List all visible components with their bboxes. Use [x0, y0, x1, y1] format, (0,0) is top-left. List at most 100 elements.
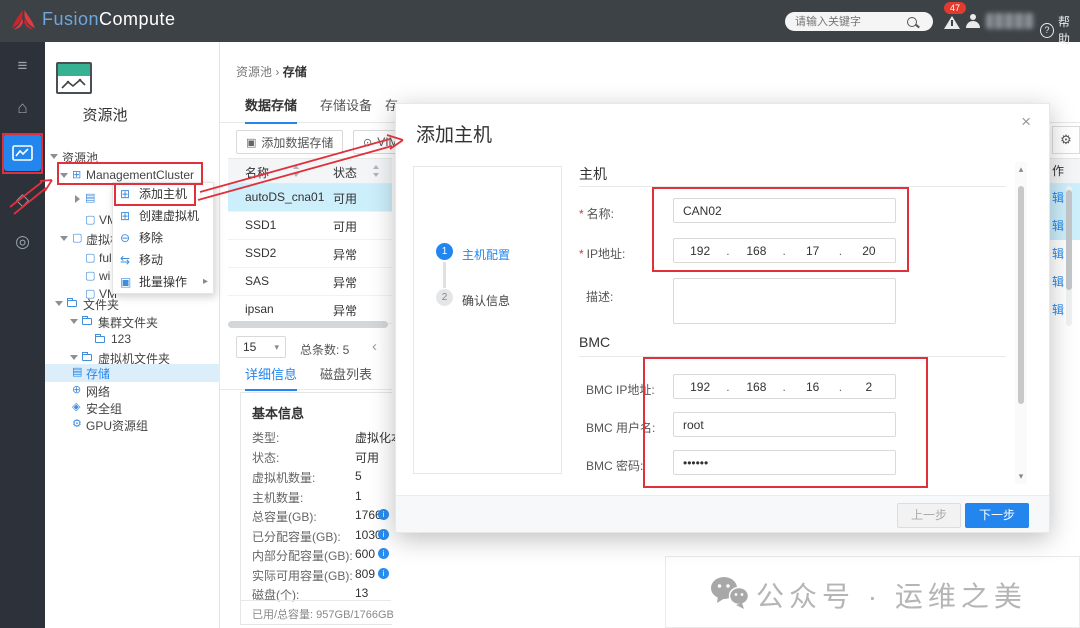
search-input[interactable]: [793, 15, 907, 29]
table-row[interactable]: ipsan异常: [228, 296, 392, 324]
operation-column-header-fragment: 作: [1046, 158, 1080, 184]
tree-node-storage-selected[interactable]: ▤存储: [45, 364, 220, 382]
bmc-user-input[interactable]: [673, 412, 896, 437]
info-row-host-count: 主机数量:1查看: [252, 489, 303, 507]
left-icon-rail: ≡ ⌂ ◇ ◎: [0, 42, 45, 628]
bmc-user-field-label: BMC 用户名:: [586, 419, 655, 436]
sort-name-icon[interactable]: [293, 164, 300, 178]
close-icon[interactable]: ×: [1021, 112, 1031, 132]
table-header: 名称 状态: [228, 158, 392, 184]
brand-title: FusionCompute: [42, 9, 176, 30]
tab-datastore[interactable]: 数据存储: [245, 95, 297, 124]
add-host-icon: ⊞: [120, 183, 130, 205]
resource-pool-nav-active[interactable]: [4, 134, 41, 171]
pager-prev-icon[interactable]: ‹: [372, 338, 377, 355]
info-icon[interactable]: i: [378, 568, 389, 579]
menu-item-remove[interactable]: ⊖移除: [113, 227, 213, 249]
previous-step-button[interactable]: 上一步: [897, 503, 961, 528]
step-2-label[interactable]: 确认信息: [462, 292, 510, 309]
scroll-down-icon[interactable]: ▾: [1015, 471, 1027, 482]
tree-node-security-group[interactable]: ◈安全组: [45, 399, 220, 417]
menu-item-add-host[interactable]: ⊞添加主机: [113, 183, 213, 205]
menu-item-move[interactable]: ⇆移动: [113, 249, 213, 271]
info-icon[interactable]: i: [378, 529, 389, 540]
add-datastore-icon: ▣: [246, 136, 256, 149]
folder-icon: [82, 318, 92, 325]
col-name[interactable]: 名称: [245, 164, 269, 181]
step-1-circle[interactable]: 1: [436, 243, 453, 260]
table-row[interactable]: autoDS_cna01可用: [228, 184, 392, 212]
info-icon[interactable]: i: [378, 548, 389, 559]
vim-icon: ⊙: [363, 136, 372, 149]
edit-link-fragment[interactable]: 辑: [1046, 296, 1080, 324]
global-search[interactable]: [785, 12, 933, 31]
edit-link-fragment[interactable]: 辑: [1046, 212, 1080, 240]
sort-status-icon[interactable]: [373, 164, 380, 178]
ip-address-input[interactable]: 192 168 17 20: [673, 238, 896, 263]
menu-item-create-vm[interactable]: ⊞创建虚拟机: [113, 205, 213, 227]
info-row-internal-allocated: 内部分配容量(GB):600i: [252, 547, 353, 565]
tree-node-network[interactable]: ⊕网络: [45, 382, 220, 400]
step-2-circle[interactable]: 2: [436, 289, 453, 306]
cluster-context-menu: ⊞添加主机 ⊞创建虚拟机 ⊖移除 ⇆移动 ▣批量操作▸: [112, 182, 214, 294]
col-status[interactable]: 状态: [333, 164, 357, 181]
search-icon[interactable]: [907, 17, 917, 27]
edit-link-fragment[interactable]: 辑: [1046, 268, 1080, 296]
host-icon: ▤: [85, 191, 95, 204]
required-asterisk: *: [579, 247, 584, 261]
info-row-allocated: 已分配容量(GB):1030i: [252, 528, 341, 546]
scrollbar-thumb[interactable]: [1018, 186, 1024, 404]
page-size-select[interactable]: 15▾: [236, 336, 286, 358]
table-settings-gear-icon[interactable]: ⚙: [1052, 126, 1080, 154]
fusioncompute-screen: FusionCompute 47 ? 帮助 ≡ ⌂ ◇ ◎ 资源池: [0, 0, 1080, 628]
step-1-label[interactable]: 主机配置: [462, 246, 510, 263]
info-icon[interactable]: i: [378, 509, 389, 520]
create-vm-icon: ⊞: [120, 205, 130, 227]
tree-node-cluster-folder[interactable]: 集群文件夹: [45, 313, 220, 331]
gpu-icon: ⚙: [72, 417, 82, 430]
menu-item-batch[interactable]: ▣批量操作▸: [113, 271, 213, 293]
huawei-logo-icon: [10, 8, 37, 34]
monitor-chart-icon: [12, 145, 33, 161]
table-row[interactable]: SSD1可用: [228, 212, 392, 240]
tab-storage-device[interactable]: 存储设备: [320, 95, 372, 122]
tree-node-folders[interactable]: 文件夹: [45, 295, 220, 313]
bmc-ip-input[interactable]: 192 168 16 2: [673, 374, 896, 399]
table-row[interactable]: SAS异常: [228, 268, 392, 296]
bmc-password-input[interactable]: [673, 450, 896, 475]
main-menu-icon[interactable]: ≡: [0, 56, 45, 76]
tree-node-gpu-group[interactable]: ⚙GPU资源组: [45, 416, 220, 434]
table-vertical-scrollbar[interactable]: [1066, 186, 1072, 326]
add-datastore-button[interactable]: ▣添加数据存储: [236, 130, 343, 154]
name-input[interactable]: [673, 198, 896, 223]
services-icon[interactable]: ◇: [0, 190, 45, 210]
username-blurred[interactable]: [986, 13, 1034, 29]
user-icon[interactable]: [966, 14, 980, 28]
edit-link-fragment[interactable]: 辑: [1046, 240, 1080, 268]
breadcrumb: 资源池 › 存储: [236, 63, 307, 80]
next-step-button[interactable]: 下一步: [965, 503, 1029, 528]
scroll-up-icon[interactable]: ▴: [1015, 164, 1027, 175]
dialog-footer: 上一步 下一步: [396, 495, 1049, 532]
alarm-count-badge: 47: [944, 2, 966, 14]
table-horizontal-scrollbar[interactable]: [228, 321, 388, 328]
tab-disk-list[interactable]: 磁盘列表: [320, 364, 372, 389]
breadcrumb-parent[interactable]: 资源池: [236, 65, 272, 79]
home-icon[interactable]: ⌂: [0, 98, 45, 118]
alarm-icon[interactable]: [944, 16, 960, 29]
help-button[interactable]: ? 帮助: [1040, 13, 1080, 47]
tree-node-folder-123[interactable]: 123: [45, 331, 220, 349]
vm-group-icon: ▢: [72, 231, 82, 244]
watermark-text: 公众号 · 运维之美: [756, 575, 1027, 615]
tree-node-resource-pool[interactable]: 资源池: [45, 148, 220, 166]
tree-panel-title: 资源池: [45, 104, 165, 125]
tab-detail-info[interactable]: 详细信息: [245, 364, 297, 391]
info-row-total-capacity: 总容量(GB):1766i: [252, 508, 317, 526]
help-icon: ?: [1040, 23, 1054, 38]
system-icon[interactable]: ◎: [0, 232, 45, 252]
dialog-scrollbar[interactable]: ▴ ▾: [1015, 162, 1027, 484]
table-row[interactable]: SSD2异常: [228, 240, 392, 268]
description-textarea[interactable]: [673, 278, 896, 324]
edit-link-fragment[interactable]: 辑: [1046, 184, 1080, 212]
bmc-ip-field-label: BMC IP地址:: [586, 381, 655, 398]
